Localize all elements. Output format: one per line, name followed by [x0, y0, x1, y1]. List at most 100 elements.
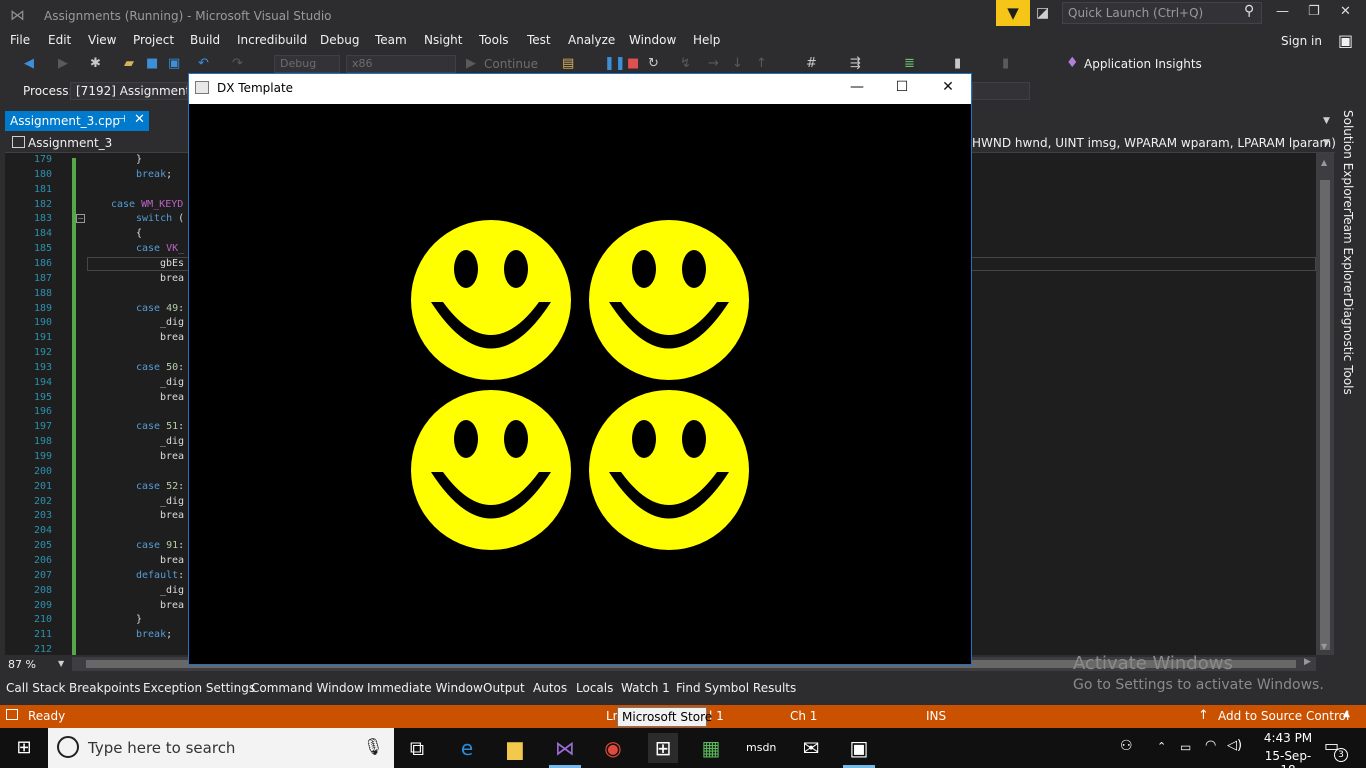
tab-autos[interactable]: Autos — [533, 681, 567, 695]
tab-output[interactable]: Output — [483, 681, 525, 695]
add-to-source-control-button[interactable]: Add to Source Control — [1218, 709, 1349, 723]
minimize-button[interactable]: — — [1276, 4, 1289, 19]
task-view-icon[interactable]: ⧉ — [402, 733, 432, 763]
tab-find-symbol-results[interactable]: Find Symbol Results — [676, 681, 796, 695]
menu-view[interactable]: View — [88, 33, 116, 47]
tab-immediate-window[interactable]: Immediate Window — [367, 681, 483, 695]
people-icon[interactable]: ⚇ — [1120, 738, 1133, 754]
tab-breakpoints[interactable]: Breakpoints — [69, 681, 140, 695]
chrome-icon[interactable]: ◉ — [598, 733, 628, 763]
hex-display-icon[interactable]: # — [806, 56, 817, 71]
restart-icon[interactable]: ↻ — [648, 56, 659, 71]
scroll-down-icon[interactable]: ▼ — [1321, 642, 1327, 651]
step-over-icon[interactable]: ↓ — [732, 56, 743, 71]
process-icon[interactable]: ▤ — [562, 56, 574, 71]
menu-file[interactable]: File — [10, 33, 30, 47]
clock-time[interactable]: 4:43 PM — [1258, 731, 1318, 745]
search-icon[interactable]: ⚲ — [1244, 3, 1254, 19]
notifications-filter-icon[interactable]: ▼ — [996, 0, 1030, 26]
configuration-select[interactable]: Debug — [274, 55, 340, 73]
scroll-right-icon[interactable]: ▶ — [1304, 657, 1311, 667]
menu-team[interactable]: Team — [375, 33, 407, 47]
menu-help[interactable]: Help — [693, 33, 720, 47]
scroll-up-icon[interactable]: ▲ — [1321, 158, 1327, 167]
redo-icon[interactable]: ↷ — [232, 56, 243, 71]
menu-window[interactable]: Window — [629, 33, 676, 47]
function-select[interactable]: HWND hwnd, UINT imsg, WPARAM wparam, LPA… — [972, 136, 1336, 150]
taskbar-search-input[interactable]: Type here to search — [48, 728, 394, 768]
dx-close-button[interactable]: ✕ — [938, 79, 958, 95]
stack-frame-select[interactable] — [972, 82, 1030, 100]
back-icon[interactable]: ◀ — [24, 56, 34, 71]
bookmark-list-icon[interactable]: ≣ — [904, 56, 915, 71]
open-file-icon[interactable]: ▰ — [124, 56, 134, 71]
dx-maximize-button[interactable]: ☐ — [892, 79, 912, 95]
tab-watch-1[interactable]: Watch 1 — [621, 681, 670, 695]
quick-launch-input[interactable]: Quick Launch (Ctrl+Q) — [1062, 2, 1262, 24]
menu-nsight[interactable]: Nsight — [424, 33, 463, 47]
pin-icon[interactable]: ⊣ — [117, 114, 126, 125]
forward-icon[interactable]: ▶ — [58, 56, 68, 71]
directx-app-icon[interactable]: ▣ — [844, 733, 874, 763]
volume-icon[interactable]: ◁) — [1227, 738, 1242, 753]
show-next-statement-icon[interactable]: ↯ — [680, 56, 691, 71]
tab-exception-settings[interactable]: Exception Settings — [143, 681, 255, 695]
sign-in-link[interactable]: Sign in — [1281, 34, 1322, 48]
clock-date[interactable]: 15-Sep-18 — [1258, 749, 1318, 768]
menu-analyze[interactable]: Analyze — [568, 33, 615, 47]
continue-icon[interactable]: ▶ — [466, 56, 476, 71]
tab-locals[interactable]: Locals — [576, 681, 613, 695]
save-all-icon[interactable]: ▣ — [168, 56, 180, 71]
step-into-icon[interactable]: → — [708, 56, 719, 71]
menu-project[interactable]: Project — [133, 33, 174, 47]
start-button[interactable]: ⊞ — [0, 728, 48, 768]
menu-test[interactable]: Test — [527, 33, 551, 47]
save-icon[interactable]: ■ — [146, 56, 158, 71]
tab-call-stack[interactable]: Call Stack — [6, 681, 65, 695]
microsoft-store-icon[interactable]: ⊞ — [648, 733, 678, 763]
feedback-icon[interactable]: ◪ — [1036, 5, 1049, 21]
battery-icon[interactable]: ▭ — [1180, 740, 1191, 754]
application-insights-button[interactable]: Application Insights — [1084, 57, 1202, 71]
break-all-icon[interactable]: ❚❚ — [604, 56, 626, 71]
threads-icon[interactable]: ⇶ — [850, 56, 861, 71]
zoom-select[interactable]: 87 % — [8, 658, 36, 671]
restore-button[interactable]: ❐ — [1308, 4, 1320, 19]
msdn-icon[interactable]: msdn — [746, 733, 776, 763]
menu-edit[interactable]: Edit — [48, 33, 71, 47]
dx-minimize-button[interactable]: — — [847, 79, 867, 95]
menu-incredibuild[interactable]: Incredibuild — [237, 33, 307, 47]
step-out-icon[interactable]: ↑ — [756, 56, 767, 71]
show-hidden-icons-icon[interactable]: ⌃ — [1157, 740, 1166, 753]
tab-solution-explorer[interactable]: Solution Explorer — [1341, 110, 1355, 213]
menu-tools[interactable]: Tools — [479, 33, 509, 47]
next-bookmark-icon[interactable]: ▮ — [1002, 56, 1009, 71]
spreadsheet-icon[interactable]: ▦ — [696, 733, 726, 763]
directx-render-canvas[interactable] — [189, 104, 971, 664]
menu-debug[interactable]: Debug — [320, 33, 359, 47]
project-scope-select[interactable]: Assignment_3 — [28, 136, 112, 150]
process-select[interactable]: [7192] Assignment_3. — [70, 82, 188, 100]
file-explorer-icon[interactable]: ▆ — [500, 733, 530, 763]
microphone-icon[interactable]: 🎙 — [363, 737, 383, 756]
continue-button[interactable]: Continue — [484, 57, 538, 71]
tab-command-window[interactable]: Command Window — [251, 681, 364, 695]
tab-overflow-icon[interactable]: ▼ — [1323, 116, 1330, 126]
tab-diagnostic-tools[interactable]: Diagnostic Tools — [1341, 298, 1355, 395]
tab-team-explorer[interactable]: Team Explorer — [1341, 212, 1355, 298]
platform-select[interactable]: x86 — [346, 55, 456, 73]
close-button[interactable]: ✕ — [1340, 4, 1351, 19]
menu-build[interactable]: Build — [190, 33, 220, 47]
wifi-icon[interactable]: ◠ — [1205, 738, 1216, 753]
chevron-down-icon[interactable]: ▼ — [1323, 138, 1330, 148]
close-tab-icon[interactable]: ✕ — [134, 112, 145, 127]
undo-icon[interactable]: ↶ — [198, 56, 209, 71]
mail-icon[interactable]: ✉ — [796, 733, 826, 763]
stop-debugging-icon[interactable]: ■ — [627, 56, 639, 71]
edge-icon[interactable]: e — [452, 733, 482, 763]
vertical-scroll-thumb[interactable] — [1320, 180, 1330, 650]
document-tab-assignment3[interactable]: Assignment_3.cpp — [5, 111, 149, 131]
new-project-icon[interactable]: ✱ — [90, 56, 101, 71]
account-icon[interactable]: ▣ — [1338, 31, 1353, 50]
chevron-down-icon[interactable]: ▼ — [58, 659, 64, 668]
